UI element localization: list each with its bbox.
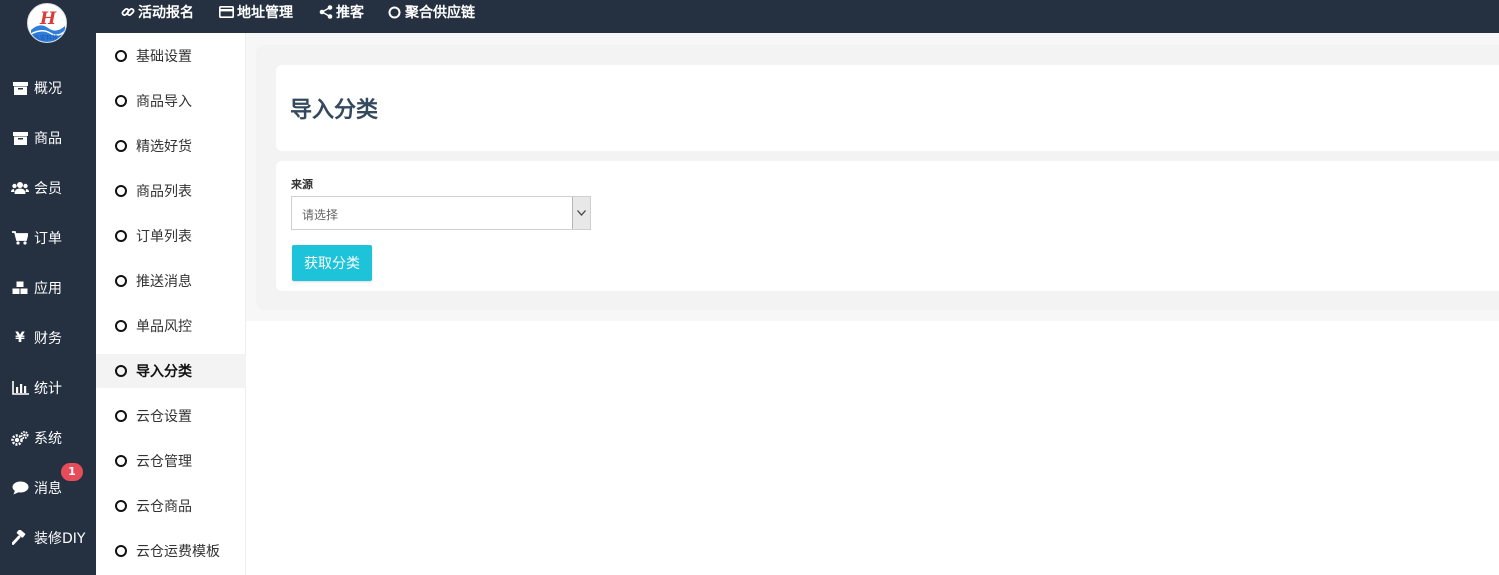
- subnav-item-item-risk-control[interactable]: 单品风控: [96, 309, 246, 343]
- top-navbar: 活动报名 地址管理 推客 聚合供应链: [96, 0, 1499, 33]
- sidebar-item-label: 装修DIY: [34, 531, 86, 547]
- sidebar-item-label: 系统: [34, 431, 62, 447]
- source-label: 来源: [291, 178, 313, 191]
- cart-icon: [11, 230, 29, 246]
- topbar-item-label: 聚合供应链: [405, 5, 475, 21]
- users-icon: [11, 180, 29, 196]
- subnav-item-cloud-warehouse-goods[interactable]: 云仓商品: [96, 489, 246, 523]
- circle-icon: [115, 185, 127, 197]
- subnav-item-label: 云仓设置: [136, 409, 192, 425]
- gears-icon: [11, 430, 29, 446]
- subnav-item-label: 商品列表: [136, 184, 192, 200]
- sidebar-item-overview[interactable]: 概况: [0, 73, 96, 103]
- main-sidebar: H 弘宏科技 概况 商品 会员 订单 应用 ¥ 财务 统计 系统 消息 1 装修…: [0, 0, 96, 575]
- logo-graphic: H 弘宏科技: [30, 9, 66, 42]
- sidebar-item-apps[interactable]: 应用: [0, 273, 96, 303]
- subnav-item-featured-goods[interactable]: 精选好货: [96, 129, 246, 163]
- share-icon: [318, 5, 333, 19]
- source-select-value: 请选择: [302, 208, 339, 222]
- subnav-item-label: 订单列表: [136, 229, 192, 245]
- sidebar-item-goods[interactable]: 商品: [0, 123, 96, 153]
- topbar-item-label: 推客: [336, 5, 364, 21]
- archive-icon: [11, 130, 29, 146]
- subnav-item-cloud-warehouse-settings[interactable]: 云仓设置: [96, 399, 246, 433]
- circle-icon: [115, 545, 127, 557]
- comment-icon: [11, 480, 29, 496]
- subnav-item-label: 单品风控: [136, 319, 192, 335]
- subnav-item-basic-settings[interactable]: 基础设置: [96, 39, 246, 73]
- subnav-item-label: 基础设置: [136, 49, 192, 65]
- topbar-item-label: 活动报名: [138, 5, 194, 21]
- circle-icon: [115, 230, 127, 242]
- gavel-icon: [11, 530, 29, 546]
- subnav-item-push-messages[interactable]: 推送消息: [96, 264, 246, 298]
- secondary-sidebar: 基础设置 商品导入 精选好货 商品列表 订单列表 推送消息 单品风控 导入分类 …: [96, 33, 246, 575]
- subnav-item-label: 云仓管理: [136, 454, 192, 470]
- sidebar-item-label: 商品: [34, 131, 62, 147]
- subnav-item-goods-import[interactable]: 商品导入: [96, 84, 246, 118]
- subnav-item-label: 精选好货: [136, 139, 192, 155]
- bar-chart-icon: [11, 380, 29, 396]
- subnav-item-label: 推送消息: [136, 274, 192, 290]
- subnav-item-cloud-warehouse-shipping-template[interactable]: 云仓运费模板: [96, 534, 246, 568]
- subnav-item-label: 云仓运费模板: [136, 544, 220, 560]
- sidebar-item-finance[interactable]: ¥ 财务: [0, 323, 96, 353]
- sidebar-item-label: 概况: [34, 81, 62, 97]
- sidebar-item-label: 财务: [34, 331, 62, 347]
- circle-icon: [115, 365, 127, 377]
- circle-icon: [115, 140, 127, 152]
- sidebar-item-messages[interactable]: 消息: [0, 473, 96, 503]
- credit-card-icon: [219, 5, 234, 19]
- subnav-item-cloud-warehouse-management[interactable]: 云仓管理: [96, 444, 246, 478]
- circle-icon: [115, 95, 127, 107]
- circle-icon: [115, 410, 127, 422]
- source-select[interactable]: 请选择: [291, 196, 591, 230]
- title-card: [276, 65, 1499, 151]
- topbar-item-label: 地址管理: [237, 5, 293, 21]
- subnav-item-label: 商品导入: [136, 94, 192, 110]
- link-icon: [120, 5, 135, 19]
- archive-icon: [11, 80, 29, 96]
- yen-icon: ¥: [15, 330, 25, 346]
- sidebar-item-orders[interactable]: 订单: [0, 223, 96, 253]
- sidebar-item-system[interactable]: 系统: [0, 423, 96, 453]
- subnav-item-label: 云仓商品: [136, 499, 192, 515]
- circle-icon: [115, 50, 127, 62]
- topbar-item-supply-chain[interactable]: 聚合供应链: [387, 0, 475, 24]
- topbar-item-activity-signup[interactable]: 活动报名: [120, 0, 194, 24]
- circle-icon: [115, 500, 127, 512]
- circle-icon: [115, 455, 127, 467]
- logo-text: 弘宏科技: [34, 34, 59, 42]
- sidebar-item-members[interactable]: 会员: [0, 173, 96, 203]
- logo-mark: H: [39, 9, 57, 29]
- topbar-item-address-management[interactable]: 地址管理: [219, 0, 293, 24]
- sidebar-item-statistics[interactable]: 统计: [0, 373, 96, 403]
- subnav-item-goods-list[interactable]: 商品列表: [96, 174, 246, 208]
- message-count-badge: 1: [61, 463, 83, 481]
- sidebar-item-label: 消息: [34, 481, 62, 497]
- sidebar-item-label: 订单: [34, 231, 62, 247]
- circle-icon: [115, 275, 127, 287]
- circle-icon: [115, 320, 127, 332]
- fetch-categories-button[interactable]: 获取分类: [292, 245, 372, 281]
- subnav-item-order-list[interactable]: 订单列表: [96, 219, 246, 253]
- chevron-down-icon[interactable]: [572, 197, 590, 229]
- sidebar-item-label: 统计: [34, 381, 62, 397]
- subnav-item-import-category[interactable]: 导入分类: [96, 354, 246, 388]
- sidebar-item-label: 会员: [34, 181, 62, 197]
- circle-icon: [387, 5, 402, 19]
- cubes-icon: [11, 280, 29, 296]
- subnav-item-label: 导入分类: [136, 364, 192, 380]
- topbar-item-promoter[interactable]: 推客: [318, 0, 364, 24]
- sidebar-item-decoration-diy[interactable]: 装修DIY: [0, 523, 96, 553]
- company-logo[interactable]: H 弘宏科技: [27, 3, 67, 43]
- page-title: 导入分类: [290, 98, 379, 123]
- sidebar-item-label: 应用: [34, 281, 62, 297]
